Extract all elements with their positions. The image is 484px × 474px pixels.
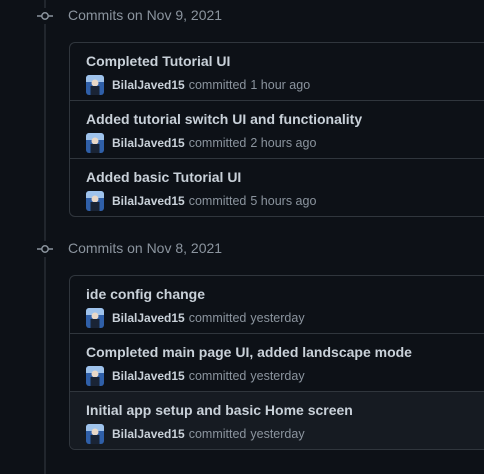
commit-row[interactable]: ide config change BilalJaved15 committed… — [70, 276, 484, 334]
avatar[interactable] — [86, 366, 104, 386]
commit-author-link[interactable]: BilalJaved15 — [112, 311, 185, 325]
commit-message-link[interactable]: Added tutorial switch UI and functionali… — [86, 111, 362, 127]
commit-message-link[interactable]: Initial app setup and basic Home screen — [86, 402, 353, 418]
commit-meta: BilalJaved15 committed yesterday — [86, 424, 305, 444]
commit-author-link[interactable]: BilalJaved15 — [112, 78, 185, 92]
commit-author-link[interactable]: BilalJaved15 — [112, 194, 185, 208]
commit-meta: BilalJaved15 committed 5 hours ago — [86, 191, 316, 211]
commit-message-link[interactable]: ide config change — [86, 286, 205, 302]
commit-message-link[interactable]: Added basic Tutorial UI — [86, 169, 241, 185]
commit-author-link[interactable]: BilalJaved15 — [112, 427, 185, 441]
commit-row[interactable]: Initial app setup and basic Home screen … — [70, 392, 484, 449]
avatar[interactable] — [86, 191, 104, 211]
commit-row[interactable]: Added tutorial switch UI and functionali… — [70, 101, 484, 159]
commit-group-title: Commits on Nov 8, 2021 — [68, 240, 223, 256]
avatar[interactable] — [86, 424, 104, 444]
commit-time: yesterday — [250, 311, 305, 325]
commit-time: yesterday — [250, 369, 305, 383]
commit-author-link[interactable]: BilalJaved15 — [112, 136, 185, 150]
commit-time: yesterday — [250, 427, 305, 441]
avatar[interactable] — [86, 308, 104, 328]
commit-meta: BilalJaved15 committed 2 hours ago — [86, 133, 316, 153]
commit-time: 2 hours ago — [250, 136, 317, 150]
commit-meta: BilalJaved15 committed yesterday — [86, 308, 305, 328]
commit-time: 5 hours ago — [250, 194, 317, 208]
commit-action: committed — [188, 78, 247, 92]
commit-group-header: Commits on Nov 9, 2021 — [0, 4, 484, 28]
commit-action: committed — [188, 311, 247, 325]
commit-row[interactable]: Completed main page UI, added landscape … — [70, 334, 484, 392]
commit-action: committed — [188, 369, 247, 383]
commit-list: Completed Tutorial UI BilalJaved15 commi… — [69, 42, 484, 217]
commit-action: committed — [188, 194, 247, 208]
avatar[interactable] — [86, 133, 104, 153]
commit-row[interactable]: Added basic Tutorial UI BilalJaved15 com… — [70, 159, 484, 216]
commit-time: 1 hour ago — [250, 78, 311, 92]
commit-row[interactable]: Completed Tutorial UI BilalJaved15 commi… — [70, 43, 484, 101]
avatar[interactable] — [86, 75, 104, 95]
commit-list: ide config change BilalJaved15 committed… — [69, 275, 484, 450]
commit-message-link[interactable]: Completed Tutorial UI — [86, 53, 230, 69]
commit-action: committed — [188, 427, 247, 441]
commit-group-title: Commits on Nov 9, 2021 — [68, 7, 223, 23]
commit-author-link[interactable]: BilalJaved15 — [112, 369, 185, 383]
commit-message-link[interactable]: Completed main page UI, added landscape … — [86, 344, 412, 360]
commit-meta: BilalJaved15 committed yesterday — [86, 366, 305, 386]
git-commit-icon — [37, 241, 53, 257]
commit-action: committed — [188, 136, 247, 150]
commit-meta: BilalJaved15 committed 1 hour ago — [86, 75, 310, 95]
git-commit-icon — [37, 8, 53, 24]
commit-group-header: Commits on Nov 8, 2021 — [0, 237, 484, 261]
